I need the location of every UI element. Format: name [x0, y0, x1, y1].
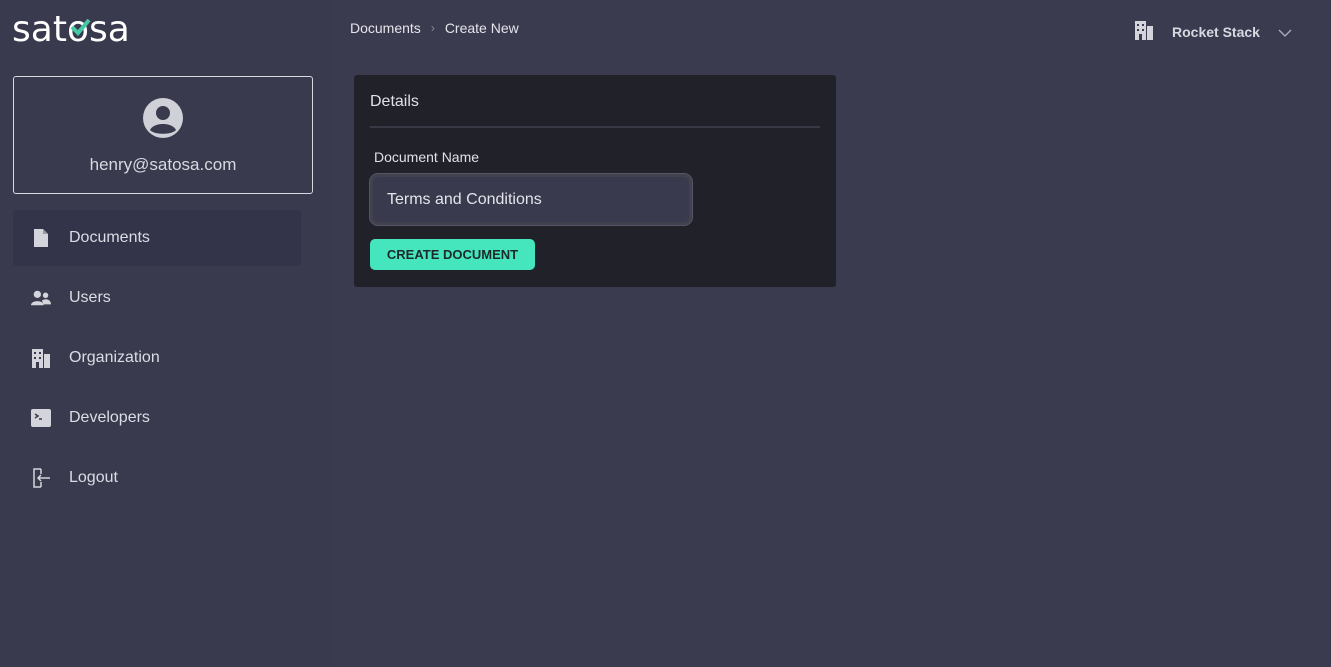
sidebar-item-label: Developers: [69, 409, 150, 426]
sidebar-item-logout[interactable]: Logout: [13, 450, 301, 506]
file-icon: [31, 228, 51, 248]
sidebar-item-label: Organization: [69, 349, 160, 366]
sidebar-item-organization[interactable]: Organization: [13, 330, 301, 386]
breadcrumb-documents[interactable]: Documents: [350, 20, 421, 36]
sidebar-item-developers[interactable]: Developers: [13, 390, 301, 446]
sidebar-item-users[interactable]: Users: [13, 270, 301, 326]
sidebar-item-label: Documents: [69, 229, 150, 246]
create-document-button[interactable]: CREATE DOCUMENT: [370, 239, 535, 270]
breadcrumb: Documents › Create New: [350, 20, 519, 36]
terminal-icon: [31, 408, 51, 428]
chevron-right-icon: ›: [430, 21, 435, 35]
document-name-input[interactable]: [369, 173, 693, 226]
building-icon: [31, 348, 51, 368]
sidebar-item-label: Users: [69, 289, 111, 306]
sidebar-item-documents[interactable]: Documents: [13, 210, 301, 266]
chevron-down-icon: [1278, 24, 1292, 40]
building-icon: [1134, 20, 1154, 43]
details-card: Details Document Name CREATE DOCUMENT: [354, 75, 836, 287]
divider: [370, 126, 820, 128]
users-icon: [31, 288, 51, 308]
sidebar-item-label: Logout: [69, 469, 118, 486]
sidebar: sato sa henry@satosa.com Documents Users …: [0, 0, 332, 667]
card-title: Details: [370, 93, 419, 110]
user-avatar-icon: [143, 98, 183, 138]
org-name: Rocket Stack: [1172, 23, 1260, 40]
profile-card: henry@satosa.com: [13, 76, 313, 194]
satosa-logo[interactable]: sato sa: [12, 10, 130, 50]
logout-icon: [31, 468, 51, 488]
document-name-label: Document Name: [374, 149, 480, 165]
checkmark-icon: [70, 18, 91, 36]
user-email: henry@satosa.com: [89, 155, 237, 174]
org-switcher[interactable]: Rocket Stack: [1134, 20, 1292, 43]
sidebar-nav: Documents Users Organization Developers …: [13, 210, 301, 510]
breadcrumb-create-new: Create New: [444, 20, 519, 36]
